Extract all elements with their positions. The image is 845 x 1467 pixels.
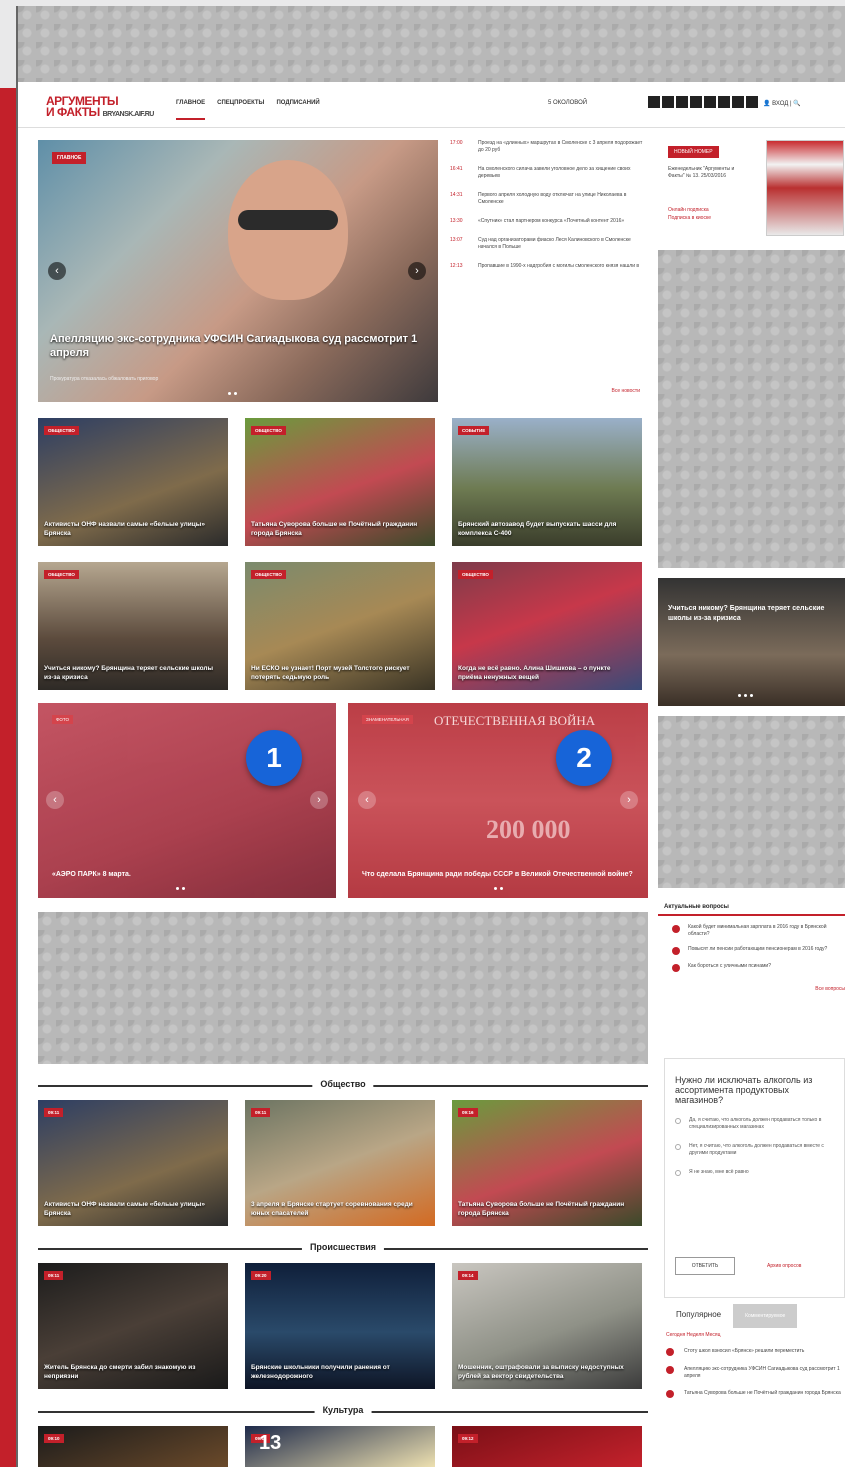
article-card[interactable]: 09:14 Мошенник, оштрафовали за выписку н… bbox=[452, 1263, 642, 1389]
poll-archive-link[interactable]: Архив опросов bbox=[767, 1263, 801, 1269]
section-header-incidents: Происшествия bbox=[38, 1242, 648, 1253]
popular-period-tabs[interactable]: Сегодня Неделя Месяц bbox=[666, 1332, 843, 1338]
sidebar-slider[interactable]: Учиться никому? Брянщина теряет сельские… bbox=[658, 578, 845, 706]
main-nav: ГЛАВНОЕ СПЕЦПРОЕКТЫ ПОДПИСАНИЙ bbox=[176, 100, 320, 120]
magazine-cover[interactable] bbox=[766, 140, 844, 236]
poll-option[interactable]: Да, я считаю, что алкоголь должен продав… bbox=[675, 1117, 834, 1131]
photo-slider[interactable]: ФОТО ‹ › «АЭРО ПАРК» 8 марта. bbox=[38, 703, 336, 898]
war-project-slider[interactable]: ЗНАМЕНАТЕЛЬНАЯ ОТЕЧЕСТВЕННАЯ ВОЙНА 200 0… bbox=[348, 703, 648, 898]
question-item[interactable]: Повысят ли пенсии работающим пенсионерам… bbox=[658, 938, 845, 955]
poll-submit-button[interactable]: ОТВЕТИТЬ bbox=[675, 1257, 735, 1275]
callout-badge-1: 1 bbox=[246, 730, 302, 786]
news-item[interactable]: 13:07 Суд над организаторами фиаско Леся … bbox=[450, 237, 648, 251]
nav-item-special[interactable]: СПЕЦПРОЕКТЫ bbox=[217, 100, 264, 120]
logo-line-2: И ФАКТЫ bbox=[46, 105, 100, 119]
poll-block: Нужно ли исключать алкоголь из ассортиме… bbox=[664, 1058, 845, 1298]
callout-badge-2: 2 bbox=[556, 730, 612, 786]
tab-commented[interactable]: Комментируемое bbox=[733, 1304, 798, 1328]
news-feed: 17:00 Проезд на «длинных» маршрутах в Смо… bbox=[450, 140, 648, 402]
hero-dots[interactable] bbox=[228, 392, 237, 395]
news-item[interactable]: 14:31 Первого апреля холодную воду отключ… bbox=[450, 192, 648, 206]
user-icon: 👤 bbox=[763, 101, 771, 107]
article-card[interactable]: ОБЩЕСТВО Когда не всё равно. Алина Шишко… bbox=[452, 562, 642, 690]
question-item[interactable]: Какой будет минимальная зарплата в 2016 … bbox=[658, 916, 845, 938]
social-icon[interactable] bbox=[662, 96, 674, 108]
site-logo[interactable]: АРГУМЕНТЫ И ФАКТЫ BRYANSK.AIF.RU bbox=[46, 95, 155, 120]
social-icon[interactable] bbox=[718, 96, 730, 108]
question-item[interactable]: Как бороться с уличными псинами? bbox=[658, 955, 845, 972]
article-card[interactable]: 09:11 3 апреля в Брянске стартует соревн… bbox=[245, 1100, 435, 1226]
chevron-right-icon[interactable]: › bbox=[620, 791, 638, 809]
article-card[interactable]: ОБЩЕСТВО Татьяна Суворова больше не Почё… bbox=[245, 418, 435, 546]
login-label: ВХОД bbox=[772, 101, 789, 107]
article-card[interactable]: 09:11 Активисты ОНФ назвали самые «бельы… bbox=[38, 1100, 228, 1226]
article-card[interactable]: СОБЫТИЕ Брянский автозавод будет выпуска… bbox=[452, 418, 642, 546]
all-news-link[interactable]: Все новости bbox=[611, 388, 640, 394]
hero-caption: Прокуратура отказалась обжаловать пригов… bbox=[50, 376, 159, 382]
sidebar-ad-banner-2[interactable] bbox=[658, 716, 845, 888]
tab-popular[interactable]: Популярное bbox=[664, 1304, 733, 1328]
site-header: АРГУМЕНТЫ И ФАКТЫ BRYANSK.AIF.RU ГЛАВНОЕ… bbox=[18, 86, 845, 128]
social-icon[interactable] bbox=[704, 96, 716, 108]
login-link[interactable]: 👤 ВХОД | 🔍 bbox=[763, 100, 801, 107]
questions-block: Актуальные вопросы Какой будет минимальн… bbox=[658, 898, 845, 992]
hero-slider[interactable]: ГЛАВНОЕ ‹ › Апелляцию экс-сотрудника УФС… bbox=[38, 140, 438, 402]
article-card[interactable]: 09:11 13 bbox=[245, 1426, 435, 1467]
popular-item[interactable]: Апелляцию экс-сотрудника УФСИН Сагиадыко… bbox=[666, 1366, 843, 1380]
popular-item[interactable]: Татьяна Суворова больше не Почётный граж… bbox=[666, 1390, 843, 1398]
chevron-right-icon[interactable]: › bbox=[310, 791, 328, 809]
news-item[interactable]: 13:30 «Спутник» стал партнером конкурса «… bbox=[450, 218, 648, 225]
article-card[interactable]: 09:20 Брянские школьники получили ранени… bbox=[245, 1263, 435, 1389]
mid-ad-banner[interactable] bbox=[38, 912, 648, 1064]
hero-tag: ГЛАВНОЕ bbox=[52, 152, 87, 164]
online-subscription-link[interactable]: Онлайн подписка bbox=[668, 206, 711, 214]
popular-item[interactable]: Стоту школ взносил «Брянск» решили перем… bbox=[666, 1348, 843, 1356]
news-item[interactable]: 16:41 На смоленского силача завели уголов… bbox=[450, 166, 648, 180]
kiosk-subscription-link[interactable]: Подписка в киоске bbox=[668, 214, 711, 222]
hero-image-detail bbox=[238, 210, 338, 230]
chevron-right-icon[interactable]: › bbox=[408, 262, 426, 280]
social-icon[interactable] bbox=[732, 96, 744, 108]
news-item[interactable]: 12:13 Пропавшие в 1990-х надгробия с моги… bbox=[450, 263, 648, 270]
nav-item-main[interactable]: ГЛАВНОЕ bbox=[176, 100, 206, 120]
poll-option[interactable]: Нет, я считаю, что алкоголь должен прода… bbox=[675, 1143, 834, 1157]
header-subscribe-link[interactable]: 5 ОКОЛОВОЙ bbox=[548, 100, 587, 106]
article-card[interactable]: 09:11 Житель Брянска до смерти забил зна… bbox=[38, 1263, 228, 1389]
social-icon[interactable] bbox=[648, 96, 660, 108]
section-header-culture: Культура bbox=[38, 1405, 648, 1416]
chevron-left-icon[interactable]: ‹ bbox=[358, 791, 376, 809]
chevron-left-icon[interactable]: ‹ bbox=[48, 262, 66, 280]
search-icon[interactable]: 🔍 bbox=[793, 101, 800, 107]
social-icon[interactable] bbox=[746, 96, 758, 108]
article-card[interactable]: ОБЩЕСТВО Учиться никому? Брянщина теряет… bbox=[38, 562, 228, 690]
article-card[interactable]: 09:16 Татьяна Суворова больше не Почётны… bbox=[452, 1100, 642, 1226]
hero-title[interactable]: Апелляцию экс-сотрудника УФСИН Сагиадыко… bbox=[50, 332, 420, 360]
left-red-strip bbox=[0, 88, 16, 1467]
magazine-block: НОВЫЙ НОМЕР Еженедельник "Аргументы и Фа… bbox=[668, 140, 845, 240]
article-card[interactable]: 09:10 bbox=[38, 1426, 228, 1467]
logo-domain: BRYANSK.AIF.RU bbox=[102, 111, 155, 118]
hero-image bbox=[228, 160, 348, 300]
chevron-left-icon[interactable]: ‹ bbox=[46, 791, 64, 809]
poll-option[interactable]: Я не знаю, мне всё равно bbox=[675, 1169, 834, 1176]
news-item[interactable]: 17:00 Проезд на «длинных» маршрутах в Смо… bbox=[450, 140, 648, 154]
popular-block: Популярное Комментируемое Сегодня Неделя… bbox=[664, 1304, 845, 1398]
top-ad-banner[interactable] bbox=[18, 6, 845, 82]
social-icon[interactable] bbox=[676, 96, 688, 108]
sidebar-ad-banner[interactable] bbox=[658, 250, 845, 568]
article-card[interactable]: ОБЩЕСТВО Активисты ОНФ назвали самые «бе… bbox=[38, 418, 228, 546]
social-icons bbox=[648, 96, 758, 108]
nav-item-subscribe[interactable]: ПОДПИСАНИЙ bbox=[276, 100, 319, 120]
social-icon[interactable] bbox=[690, 96, 702, 108]
all-questions-link[interactable]: Все вопросы bbox=[658, 986, 845, 992]
article-card[interactable]: 09:12 bbox=[452, 1426, 642, 1467]
section-header-society: Общество bbox=[38, 1079, 648, 1090]
article-card[interactable]: ОБЩЕСТВО Ни ЕСКО не узнает! Порт музей Т… bbox=[245, 562, 435, 690]
